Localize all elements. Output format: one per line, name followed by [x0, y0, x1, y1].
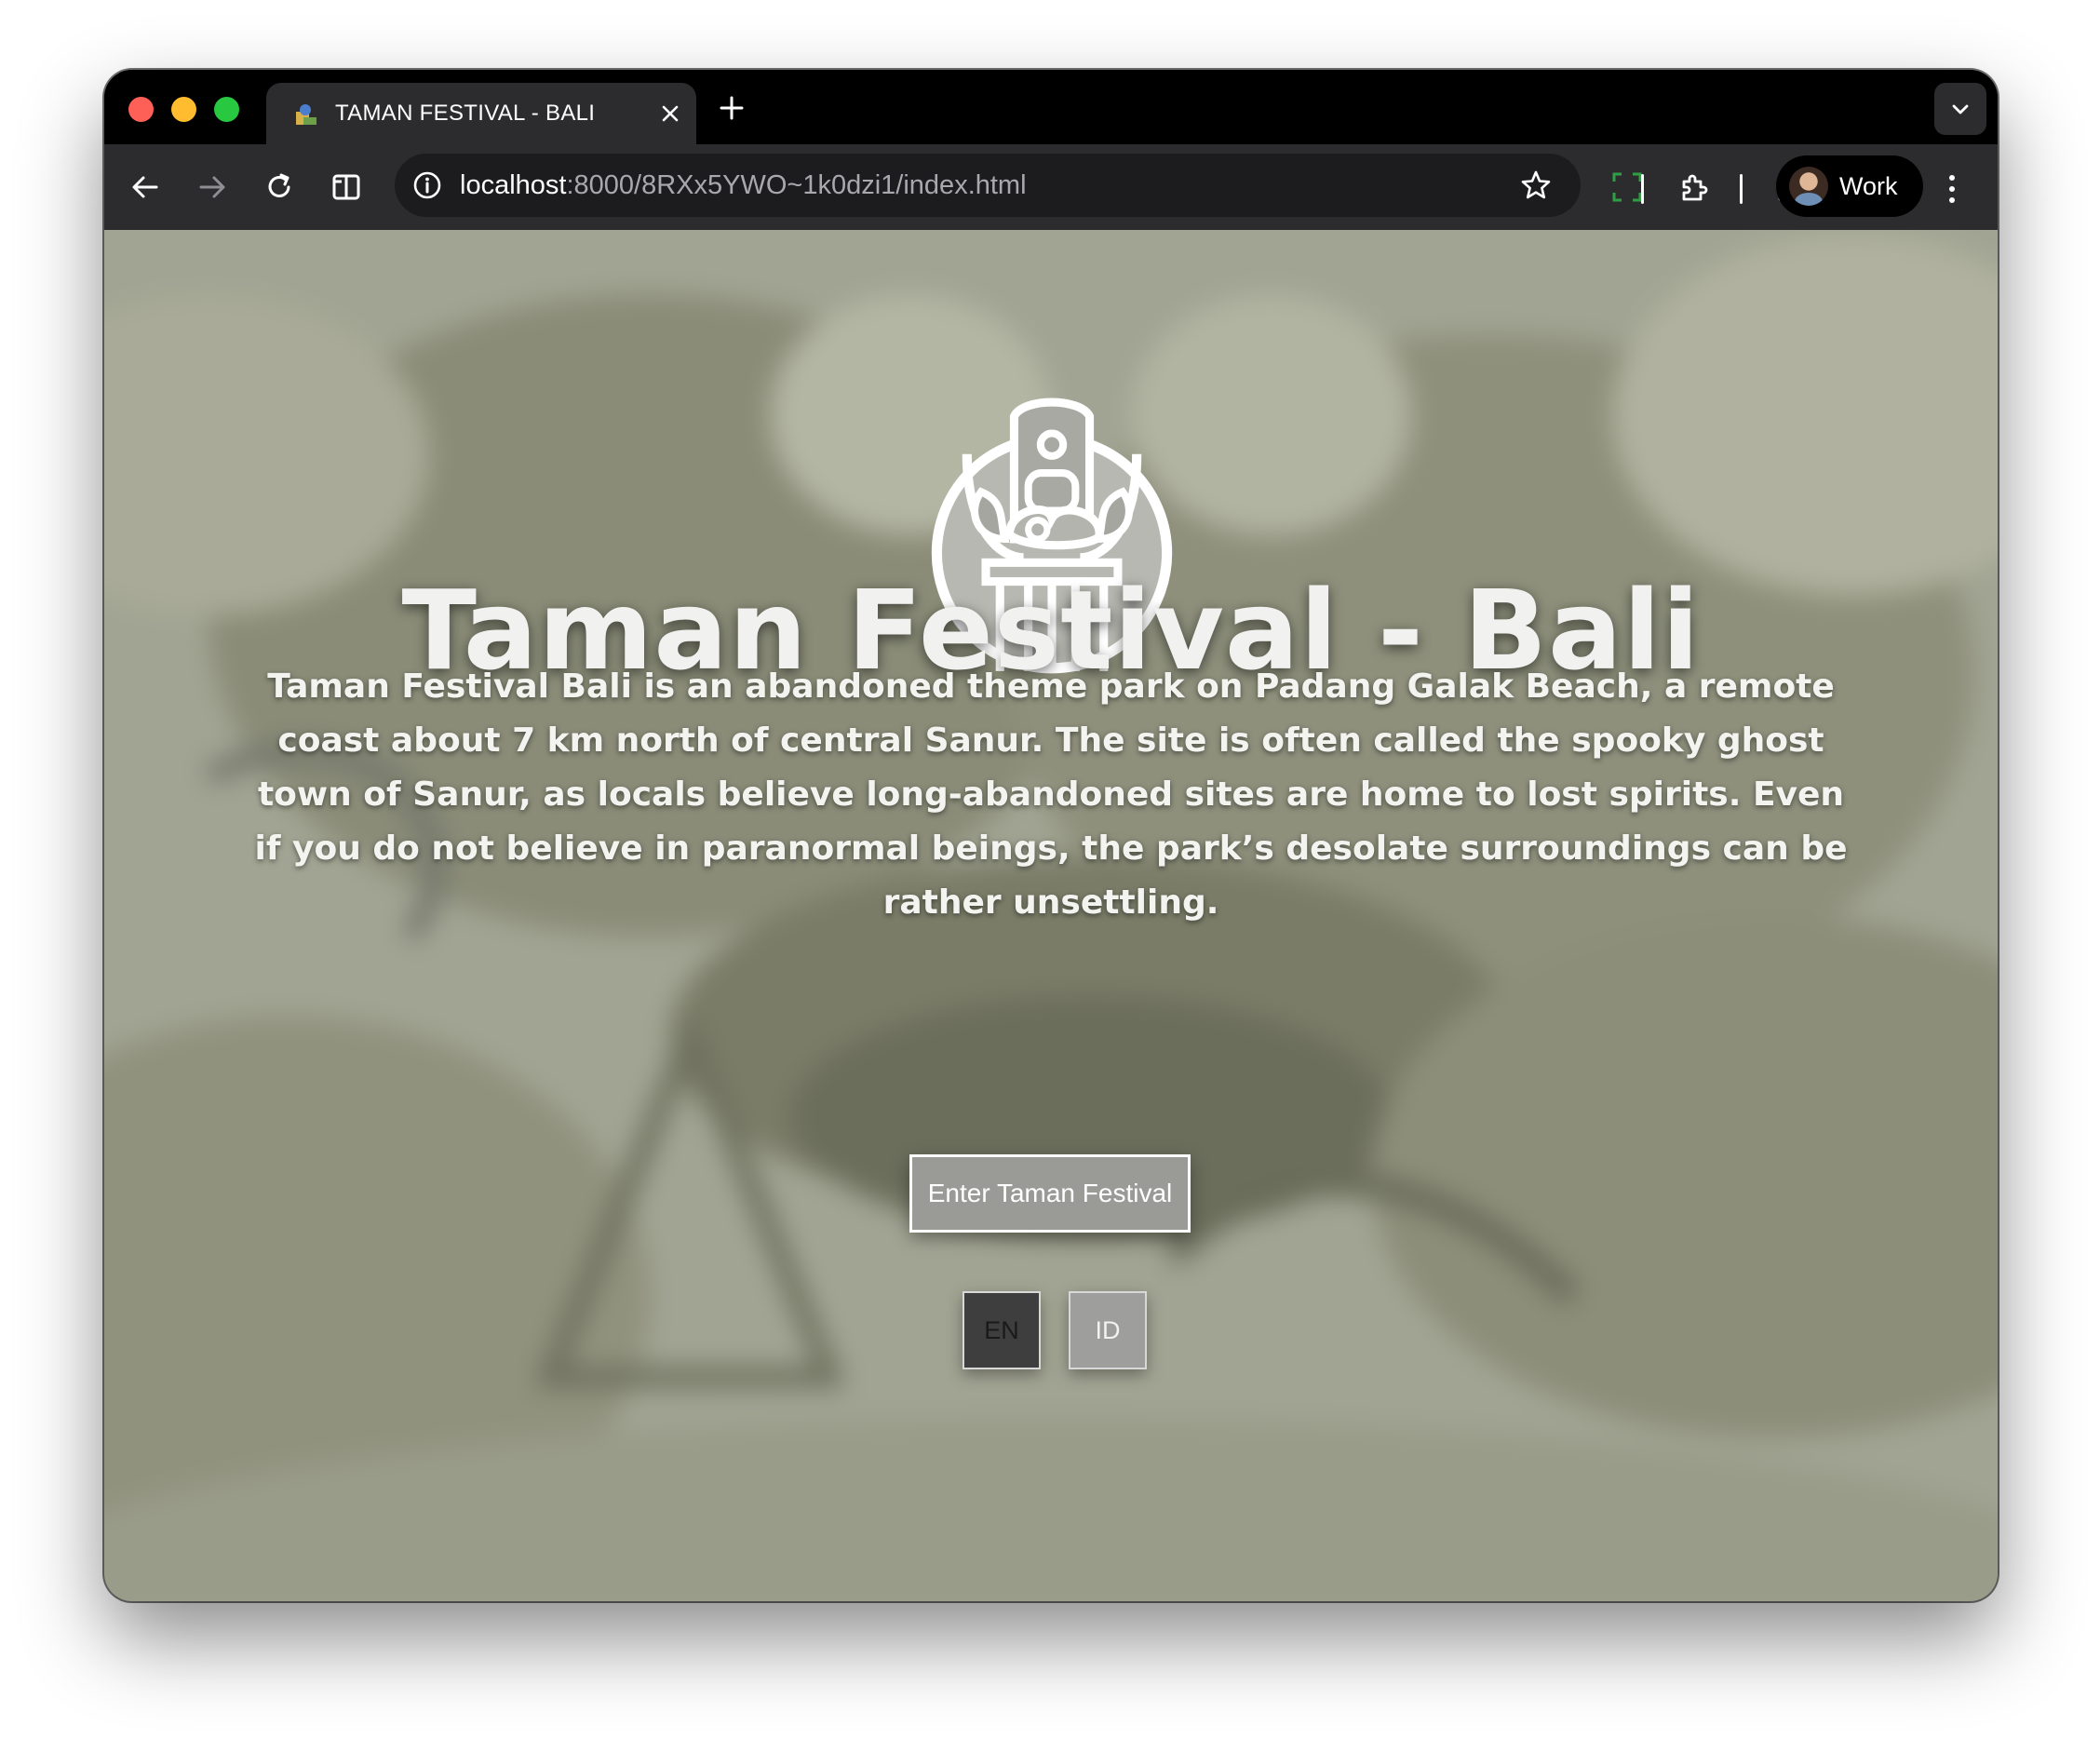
chevron-down-icon	[1952, 104, 1969, 115]
tab-title: TAMAN FESTIVAL - BALI	[335, 101, 596, 126]
site-info-icon[interactable]	[411, 169, 443, 201]
tab-strip: TAMAN FESTIVAL - BALI	[104, 70, 1998, 144]
kebab-menu-icon[interactable]	[1938, 172, 1966, 206]
close-icon[interactable]	[659, 102, 681, 125]
tab-search-button[interactable]	[1934, 83, 1986, 135]
bookmark-star-icon[interactable]	[1519, 169, 1553, 202]
toolbar-separator	[1641, 174, 1644, 204]
toolbar-separator	[1740, 174, 1743, 204]
zoom-window-button[interactable]	[214, 97, 239, 122]
language-id-button[interactable]: ID	[1069, 1291, 1147, 1369]
address-bar[interactable]: localhost:8000/8RXx5YWO~1k0dzi1/index.ht…	[395, 154, 1581, 217]
favicon-icon	[296, 104, 316, 125]
back-arrow-icon[interactable]	[128, 170, 162, 204]
new-tab-plus-icon[interactable]	[718, 94, 746, 122]
reload-icon[interactable]	[262, 170, 296, 204]
close-window-button[interactable]	[128, 97, 154, 122]
browser-window: TAMAN FESTIVAL - BALI localhost:8000/8RX…	[104, 70, 1998, 1601]
minimize-window-button[interactable]	[171, 97, 196, 122]
forward-arrow-icon[interactable]	[195, 170, 229, 204]
url-host: localhost	[460, 170, 567, 200]
url-path: :8000/8RXx5YWO~1k0dzi1/index.html	[566, 170, 1027, 200]
screenshot-frame-icon[interactable]	[1610, 170, 1644, 204]
hero-description: Taman Festival Bali is an abandoned them…	[254, 667, 1848, 922]
active-tab[interactable]: TAMAN FESTIVAL - BALI	[266, 83, 696, 144]
split-view-icon[interactable]	[330, 170, 363, 204]
extensions-puzzle-icon[interactable]	[1677, 170, 1711, 204]
enter-taman-festival-button[interactable]: Enter Taman Festival	[909, 1154, 1191, 1233]
url-text[interactable]: localhost:8000/8RXx5YWO~1k0dzi1/index.ht…	[460, 154, 1027, 217]
profile-button[interactable]: Work	[1776, 155, 1923, 217]
page-content: Taman Festival - Bali Taman Festival Bal…	[104, 230, 1998, 1601]
avatar	[1789, 167, 1828, 206]
browser-toolbar: localhost:8000/8RXx5YWO~1k0dzi1/index.ht…	[104, 144, 1998, 230]
language-en-button[interactable]: EN	[962, 1291, 1041, 1369]
profile-name: Work	[1839, 172, 1898, 200]
